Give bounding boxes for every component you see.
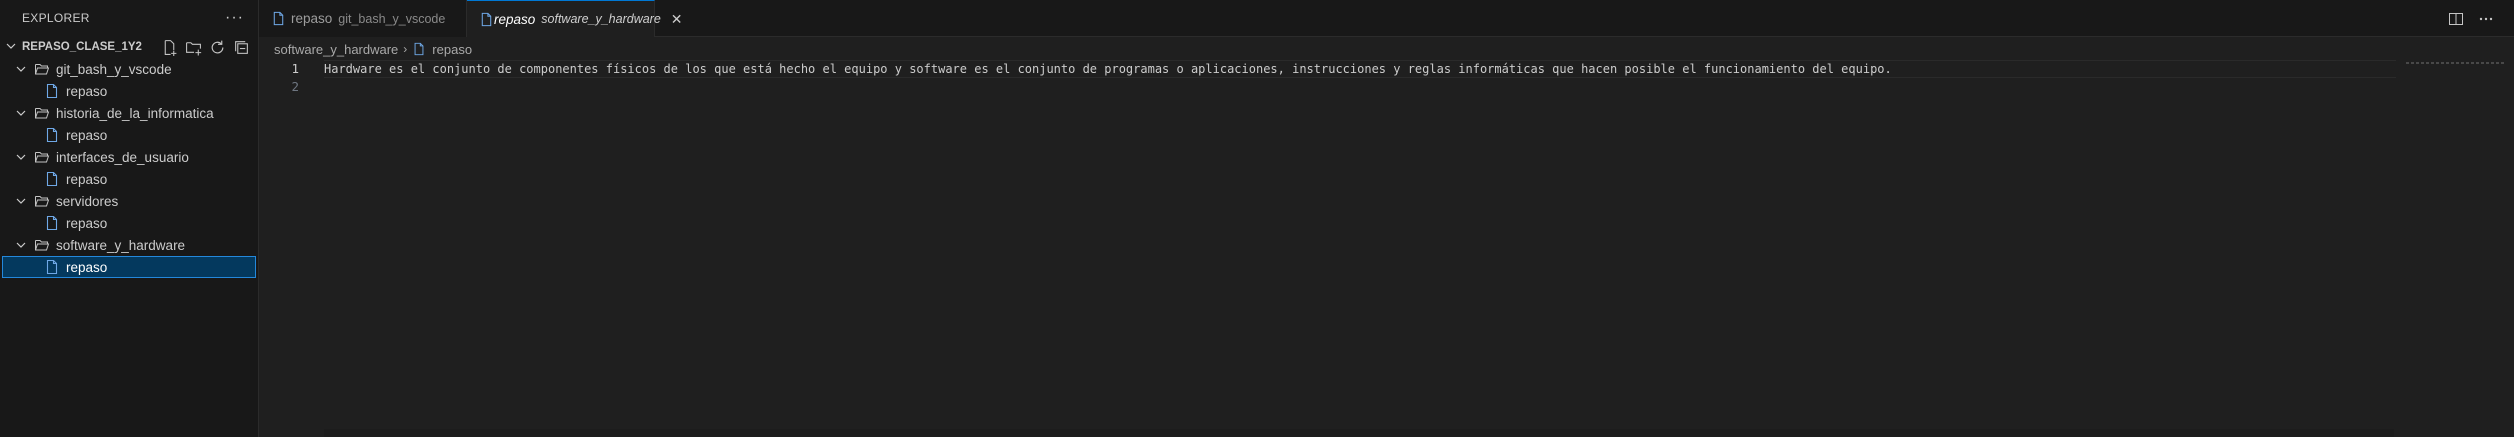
- folder-label: interfaces_de_usuario: [56, 149, 189, 165]
- file-tree: git_bash_y_vscode repaso historia_de_la_…: [0, 58, 258, 278]
- file-label: repaso: [66, 83, 108, 99]
- breadcrumb-folder[interactable]: software_y_hardware: [274, 42, 398, 57]
- line-number: 2: [291, 79, 299, 94]
- tab-label: repaso: [494, 11, 536, 27]
- horizontal-scrollbar[interactable]: [324, 429, 2394, 437]
- chevron-down-icon: [16, 64, 34, 74]
- breadcrumb-file[interactable]: repaso: [432, 42, 472, 57]
- explorer-header: EXPLORER ···: [0, 0, 258, 35]
- chevron-down-icon: [16, 108, 34, 118]
- file-icon: [44, 127, 66, 143]
- tab-description: software_y_hardware: [541, 12, 661, 26]
- breadcrumb-separator: ›: [403, 42, 408, 56]
- explorer-title: EXPLORER: [22, 10, 90, 25]
- workspace-root[interactable]: REPASO_CLASE_1Y2: [0, 36, 258, 58]
- code-line[interactable]: [324, 78, 2396, 96]
- folder-servidores[interactable]: servidores: [0, 190, 258, 212]
- folder-label: historia_de_la_informatica: [56, 105, 214, 121]
- file-repaso[interactable]: repaso: [0, 212, 258, 234]
- file-label: repaso: [66, 171, 108, 187]
- explorer-more-icon[interactable]: ···: [225, 9, 244, 27]
- folder-open-icon: [34, 149, 56, 165]
- explorer-sidebar: EXPLORER ··· REPASO_CLASE_1Y2 git_bash_y…: [0, 0, 259, 437]
- folder-open-icon: [34, 193, 56, 209]
- tab-description: git_bash_y_vscode: [338, 11, 446, 26]
- folder-interfaces-de-usuario[interactable]: interfaces_de_usuario: [0, 146, 258, 168]
- split-editor-icon[interactable]: [2448, 11, 2464, 27]
- file-icon: [44, 171, 66, 187]
- folder-git-bash-y-vscode[interactable]: git_bash_y_vscode: [0, 58, 258, 80]
- workspace-root-label: REPASO_CLASE_1Y2: [22, 41, 142, 53]
- folder-historia-de-la-informatica[interactable]: historia_de_la_informatica: [0, 102, 258, 124]
- tab-repaso-software-y-hardware[interactable]: repaso software_y_hardware ✕: [467, 0, 683, 37]
- file-icon: [412, 42, 426, 56]
- minimap[interactable]: [2398, 60, 2506, 437]
- chevron-down-icon: [16, 196, 34, 206]
- folder-label: git_bash_y_vscode: [56, 61, 172, 77]
- explorer-actions: [161, 39, 258, 56]
- file-repaso[interactable]: repaso: [0, 80, 258, 102]
- file-label: repaso: [66, 259, 108, 275]
- chevron-down-icon: [6, 41, 22, 54]
- line-number-gutter: 1 2: [259, 60, 319, 96]
- file-icon: [44, 83, 66, 99]
- editor-tab-bar: repaso git_bash_y_vscode repaso software…: [259, 0, 2514, 37]
- new-file-icon[interactable]: [161, 39, 178, 56]
- folder-label: servidores: [56, 193, 119, 209]
- folder-label: software_y_hardware: [56, 237, 186, 253]
- file-icon: [479, 12, 494, 27]
- code-content[interactable]: Hardware es el conjunto de componentes f…: [324, 60, 2396, 96]
- code-editor[interactable]: 1 2 Hardware es el conjunto de component…: [259, 60, 2514, 437]
- close-icon[interactable]: ✕: [671, 11, 683, 28]
- folder-open-icon: [34, 237, 56, 253]
- file-label: repaso: [66, 215, 108, 231]
- chevron-down-icon: [16, 240, 34, 250]
- vscode-window: EXPLORER ··· REPASO_CLASE_1Y2 git_bash_y…: [0, 0, 2514, 437]
- file-icon: [44, 259, 66, 275]
- collapse-all-icon[interactable]: [233, 39, 250, 56]
- file-repaso[interactable]: repaso: [0, 124, 258, 146]
- new-folder-icon[interactable]: [185, 39, 202, 56]
- folder-open-icon: [34, 61, 56, 77]
- minimap-line: [2406, 62, 2506, 64]
- file-label: repaso: [66, 127, 108, 143]
- file-repaso-selected[interactable]: repaso: [2, 256, 256, 278]
- file-icon: [44, 215, 66, 231]
- code-line[interactable]: Hardware es el conjunto de componentes f…: [324, 60, 2396, 78]
- tab-repaso-git-bash-y-vscode[interactable]: repaso git_bash_y_vscode: [259, 0, 467, 37]
- refresh-icon[interactable]: [209, 39, 226, 56]
- breadcrumb: software_y_hardware › repaso: [274, 38, 472, 60]
- line-number: 1: [291, 61, 299, 76]
- chevron-down-icon: [16, 152, 34, 162]
- folder-software-y-hardware[interactable]: software_y_hardware: [0, 234, 258, 256]
- tab-label: repaso: [291, 11, 333, 26]
- file-icon: [271, 11, 291, 26]
- editor-actions: [2448, 0, 2494, 37]
- file-repaso[interactable]: repaso: [0, 168, 258, 190]
- more-icon[interactable]: [2478, 11, 2494, 27]
- folder-open-icon: [34, 105, 56, 121]
